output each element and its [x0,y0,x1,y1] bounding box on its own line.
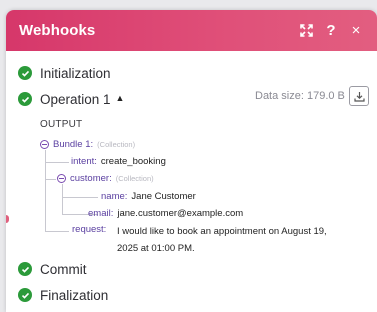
tree-line [45,231,69,232]
check-circle-icon [18,66,32,80]
tree-line [45,162,69,163]
webhooks-panel: Webhooks ? × Initialization Operation 1 … [6,10,377,312]
operation-label: Commit [40,261,87,277]
tree-line [45,179,56,180]
tree-type: (Collection) [97,140,136,149]
close-icon[interactable]: × [345,20,367,42]
operation-row-finalization[interactable]: Finalization [18,285,108,305]
output-heading: OUTPUT [40,119,83,130]
operation-label: Initialization [40,65,111,81]
tree-value: create_booking [100,156,166,167]
operation-row-operation-1[interactable]: Operation 1 ▲ [18,89,124,109]
tree-type: (Collection) [115,174,154,183]
check-circle-icon [18,92,32,106]
expand-icon[interactable] [295,20,317,42]
tree-node-customer[interactable]: customer: (Collection) [57,173,154,184]
operation-row-initialization[interactable]: Initialization [18,63,111,83]
tree-key: name: [101,191,128,202]
download-icon[interactable] [349,86,369,106]
tree-key: Bundle 1: [53,139,94,150]
operation-row-commit[interactable]: Commit [18,259,87,279]
tree-node-intent: intent: create_booking [71,156,166,167]
check-circle-icon [18,262,32,276]
tree-value-request: I would like to book an appointment on A… [117,226,327,254]
tree-value: jane.customer@example.com [117,208,244,219]
tree-node-request: request: [72,224,110,235]
tree-node-email: email: jane.customer@example.com [88,208,243,219]
tree-key: request: [72,224,107,235]
tree-node-name: name: Jane Customer [101,191,196,202]
data-size-label: Data size: 179.0 B [255,90,345,102]
tree-key: customer: [70,173,112,184]
operation-label: Operation 1 [40,91,111,107]
tree-key: intent: [71,156,97,167]
tree-value: Jane Customer [131,191,196,202]
panel-title: Webhooks [19,22,96,39]
connector-edge [6,215,9,223]
collapse-toggle-icon[interactable] [57,174,66,183]
help-icon[interactable]: ? [320,20,342,42]
check-circle-icon [18,288,32,302]
operation-label: Finalization [40,287,109,303]
panel-header: Webhooks ? × [6,10,377,51]
tree-line [62,184,63,214]
collapse-toggle-icon[interactable] [40,140,49,149]
tree-node-bundle[interactable]: Bundle 1: (Collection) [40,139,135,150]
tree-key: email: [88,208,114,219]
tree-line [62,197,98,198]
collapse-caret-icon[interactable]: ▲ [116,93,125,103]
